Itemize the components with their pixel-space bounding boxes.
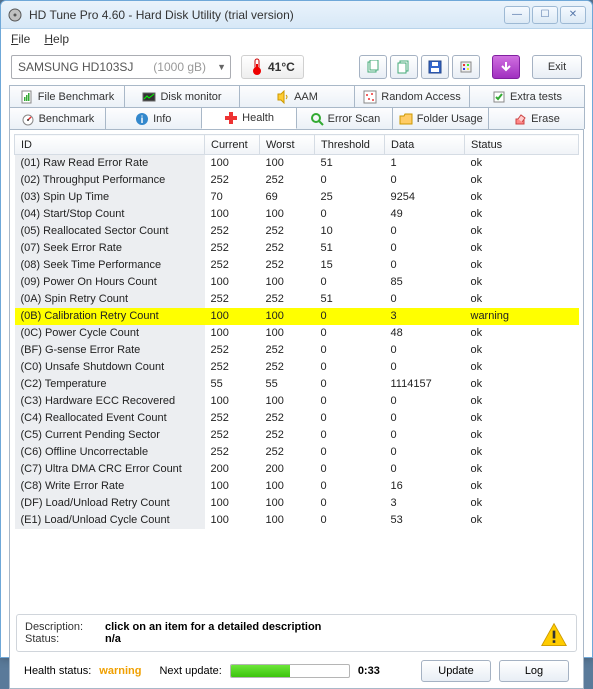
copy-info-button[interactable] bbox=[359, 55, 387, 79]
table-row[interactable]: (0B) Calibration Retry Count10010003warn… bbox=[15, 308, 579, 325]
drive-size: (1000 gB) bbox=[153, 60, 206, 74]
drive-name: SAMSUNG HD103SJ bbox=[18, 60, 133, 74]
tab-random-access[interactable]: Random Access bbox=[354, 85, 470, 107]
table-row[interactable]: (C6) Offline Uncorrectable25225200ok bbox=[15, 444, 579, 461]
tab-health[interactable]: Health bbox=[201, 107, 298, 129]
settings-button[interactable] bbox=[452, 55, 480, 79]
exit-button[interactable]: Exit bbox=[532, 55, 582, 79]
status-value: n/a bbox=[105, 633, 121, 645]
col-id[interactable]: ID bbox=[15, 135, 205, 155]
toolbar: SAMSUNG HD103SJ (1000 gB) ▼ 41°C Exit bbox=[1, 49, 592, 85]
table-row[interactable]: (C3) Hardware ECC Recovered10010000ok bbox=[15, 393, 579, 410]
table-row[interactable]: (C8) Write Error Rate100100016ok bbox=[15, 478, 579, 495]
svg-text:i: i bbox=[141, 115, 144, 126]
table-row[interactable]: (09) Power On Hours Count100100085ok bbox=[15, 274, 579, 291]
tab-folder-usage[interactable]: Folder Usage bbox=[392, 107, 489, 129]
table-row[interactable]: (08) Seek Time Performance252252150ok bbox=[15, 257, 579, 274]
next-update-label: Next update: bbox=[159, 665, 221, 677]
table-row[interactable]: (02) Throughput Performance25225200ok bbox=[15, 172, 579, 189]
content-panel: ID Current Worst Threshold Data Status (… bbox=[9, 129, 584, 689]
col-data[interactable]: Data bbox=[385, 135, 465, 155]
title-bar: HD Tune Pro 4.60 - Hard Disk Utility (tr… bbox=[1, 1, 592, 29]
app-icon bbox=[7, 7, 23, 23]
table-row[interactable]: (03) Spin Up Time7069259254ok bbox=[15, 189, 579, 206]
description-label: Description: bbox=[25, 621, 95, 633]
col-threshold[interactable]: Threshold bbox=[315, 135, 385, 155]
tab-erase[interactable]: Erase bbox=[488, 107, 585, 129]
countdown: 0:33 bbox=[358, 665, 380, 677]
chevron-down-icon: ▼ bbox=[217, 62, 226, 72]
temperature-value: 41°C bbox=[268, 60, 295, 74]
update-button[interactable]: Update bbox=[421, 660, 491, 682]
copy-screenshot-button[interactable] bbox=[390, 55, 418, 79]
tabs-row-1: File BenchmarkDisk monitorAAMRandom Acce… bbox=[1, 85, 592, 107]
table-row[interactable]: (0C) Power Cycle Count100100048ok bbox=[15, 325, 579, 342]
table-row[interactable]: (BF) G-sense Error Rate25225200ok bbox=[15, 342, 579, 359]
table-row[interactable]: (C5) Current Pending Sector25225200ok bbox=[15, 427, 579, 444]
status-label: Status: bbox=[25, 633, 95, 645]
tab-file-benchmark[interactable]: File Benchmark bbox=[9, 85, 125, 107]
table-row[interactable]: (0A) Spin Retry Count252252510ok bbox=[15, 291, 579, 308]
download-button[interactable] bbox=[492, 55, 520, 79]
tab-extra-tests[interactable]: Extra tests bbox=[469, 85, 585, 107]
tab-disk-monitor[interactable]: Disk monitor bbox=[124, 85, 240, 107]
table-row[interactable]: (07) Seek Error Rate252252510ok bbox=[15, 240, 579, 257]
progress-bar bbox=[230, 664, 350, 678]
detail-box: Description: click on an item for a deta… bbox=[16, 614, 577, 652]
tab-benchmark[interactable]: Benchmark bbox=[9, 107, 106, 129]
table-row[interactable]: (C0) Unsafe Shutdown Count25225200ok bbox=[15, 359, 579, 376]
table-row[interactable]: (C2) Temperature555501114157ok bbox=[15, 376, 579, 393]
save-button[interactable] bbox=[421, 55, 449, 79]
col-status[interactable]: Status bbox=[465, 135, 579, 155]
menu-bar: File Help bbox=[1, 29, 592, 49]
table-row[interactable]: (C4) Reallocated Event Count25225200ok bbox=[15, 410, 579, 427]
footer: Health status: warning Next update: 0:33… bbox=[14, 656, 579, 684]
smart-table: ID Current Worst Threshold Data Status (… bbox=[14, 134, 579, 608]
drive-select[interactable]: SAMSUNG HD103SJ (1000 gB) ▼ bbox=[11, 55, 231, 79]
minimize-button[interactable]: — bbox=[504, 6, 530, 24]
description-value: click on an item for a detailed descript… bbox=[105, 621, 321, 633]
tab-info[interactable]: iInfo bbox=[105, 107, 202, 129]
table-row[interactable]: (05) Reallocated Sector Count252252100ok bbox=[15, 223, 579, 240]
thermometer-icon bbox=[250, 58, 264, 76]
maximize-button[interactable]: ☐ bbox=[532, 6, 558, 24]
log-button[interactable]: Log bbox=[499, 660, 569, 682]
table-row[interactable]: (E1) Load/Unload Cycle Count100100053ok bbox=[15, 512, 579, 529]
health-status-label: Health status: bbox=[24, 665, 91, 677]
table-row[interactable]: (04) Start/Stop Count100100049ok bbox=[15, 206, 579, 223]
col-worst[interactable]: Worst bbox=[260, 135, 315, 155]
menu-file[interactable]: File bbox=[11, 32, 30, 46]
table-row[interactable]: (C7) Ultra DMA CRC Error Count20020000ok bbox=[15, 461, 579, 478]
tab-aam[interactable]: AAM bbox=[239, 85, 355, 107]
tabs-row-2: BenchmarkiInfoHealthError ScanFolder Usa… bbox=[1, 107, 592, 129]
col-current[interactable]: Current bbox=[205, 135, 260, 155]
table-row[interactable]: (01) Raw Read Error Rate100100511ok bbox=[15, 155, 579, 172]
warning-icon bbox=[540, 621, 568, 649]
window-title: HD Tune Pro 4.60 - Hard Disk Utility (tr… bbox=[29, 8, 504, 22]
table-row[interactable]: (DF) Load/Unload Retry Count10010003ok bbox=[15, 495, 579, 512]
menu-help[interactable]: Help bbox=[44, 32, 69, 46]
temperature-display: 41°C bbox=[241, 55, 304, 79]
tab-error-scan[interactable]: Error Scan bbox=[296, 107, 393, 129]
health-status-value: warning bbox=[99, 665, 141, 677]
close-button[interactable]: ✕ bbox=[560, 6, 586, 24]
